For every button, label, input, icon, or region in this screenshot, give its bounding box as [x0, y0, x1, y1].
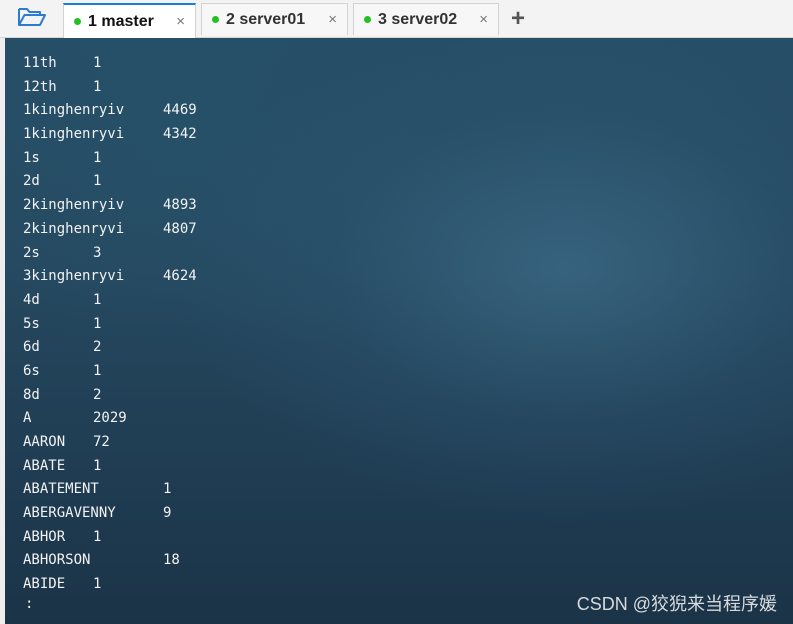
- count: 1: [93, 291, 102, 308]
- status-dot-icon: [74, 18, 81, 25]
- word: 11th: [23, 55, 57, 71]
- status-dot-icon: [364, 16, 371, 23]
- word: ABATEMENT: [23, 481, 99, 498]
- word: ABERGAVENNY: [23, 505, 116, 522]
- word: ABATE: [23, 457, 66, 474]
- word: A: [23, 410, 32, 427]
- count: 4342: [163, 126, 197, 143]
- tab-bar: 1 master × 2 server01 × 3 server02 × +: [0, 0, 793, 38]
- word: 6s: [23, 362, 40, 379]
- count: 2: [93, 386, 102, 403]
- close-icon[interactable]: ×: [467, 12, 488, 27]
- word: 5s: [23, 315, 40, 332]
- count: 1: [93, 149, 102, 166]
- count: 1: [93, 576, 102, 593]
- word: ABIDE: [23, 576, 66, 593]
- word: 2s: [23, 244, 40, 261]
- count: 18: [163, 552, 180, 569]
- word: 1kinghenryiv: [23, 102, 125, 119]
- count: 1: [93, 78, 102, 95]
- count: 1: [93, 315, 102, 332]
- word: 6d: [23, 339, 40, 356]
- tab-server01[interactable]: 2 server01 ×: [201, 3, 348, 35]
- word: 3kinghenryvi: [23, 268, 125, 285]
- word: 2d: [23, 173, 40, 190]
- close-icon[interactable]: ×: [316, 12, 337, 27]
- word: 2kinghenryvi: [23, 220, 125, 237]
- plus-icon[interactable]: +: [507, 6, 529, 32]
- count: 1: [93, 528, 102, 545]
- word: ABHORSON: [23, 552, 91, 569]
- watermark: CSDN @狡猊来当程序媛: [576, 594, 777, 614]
- word: 1s: [23, 149, 40, 166]
- status-dot-icon: [212, 16, 219, 23]
- count: 1: [163, 481, 172, 498]
- tab-label: 2 server01: [226, 10, 306, 28]
- tab-label: 1 master: [88, 12, 154, 30]
- terminal-output-area[interactable]: 11th 1 12th 1 1kinghenryiv 4469 1kinghenryv…: [5, 38, 793, 624]
- count: 72: [93, 434, 110, 450]
- count: 3: [93, 244, 102, 261]
- tab-master[interactable]: 1 master ×: [63, 3, 196, 38]
- word: 8d: [23, 386, 40, 403]
- count: 4807: [163, 220, 197, 237]
- count: 4624: [163, 268, 197, 285]
- pager-prompt[interactable]: :: [25, 596, 33, 612]
- count: 4893: [163, 197, 197, 214]
- count: 1: [93, 457, 102, 474]
- count: 9: [163, 505, 172, 522]
- folder-open-icon: [17, 6, 47, 33]
- tab-label: 3 server02: [378, 10, 458, 28]
- word: 1kinghenryvi: [23, 126, 125, 143]
- word: 4d: [23, 291, 40, 308]
- count: 4469: [163, 102, 197, 119]
- close-icon[interactable]: ×: [164, 14, 185, 29]
- count: 2: [93, 339, 102, 356]
- terminal-app-window: 1 master × 2 server01 × 3 server02 × + 1…: [0, 0, 793, 624]
- open-session-button[interactable]: [10, 4, 54, 34]
- count: 1: [93, 55, 102, 71]
- word: 2kinghenryiv: [23, 197, 125, 214]
- count: 1: [93, 173, 102, 190]
- count: 1: [93, 362, 102, 379]
- tab-server02[interactable]: 3 server02 ×: [353, 3, 499, 35]
- count: 2029: [93, 410, 127, 427]
- word: AARON: [23, 434, 66, 450]
- word: ABHOR: [23, 528, 66, 545]
- word: 12th: [23, 78, 57, 95]
